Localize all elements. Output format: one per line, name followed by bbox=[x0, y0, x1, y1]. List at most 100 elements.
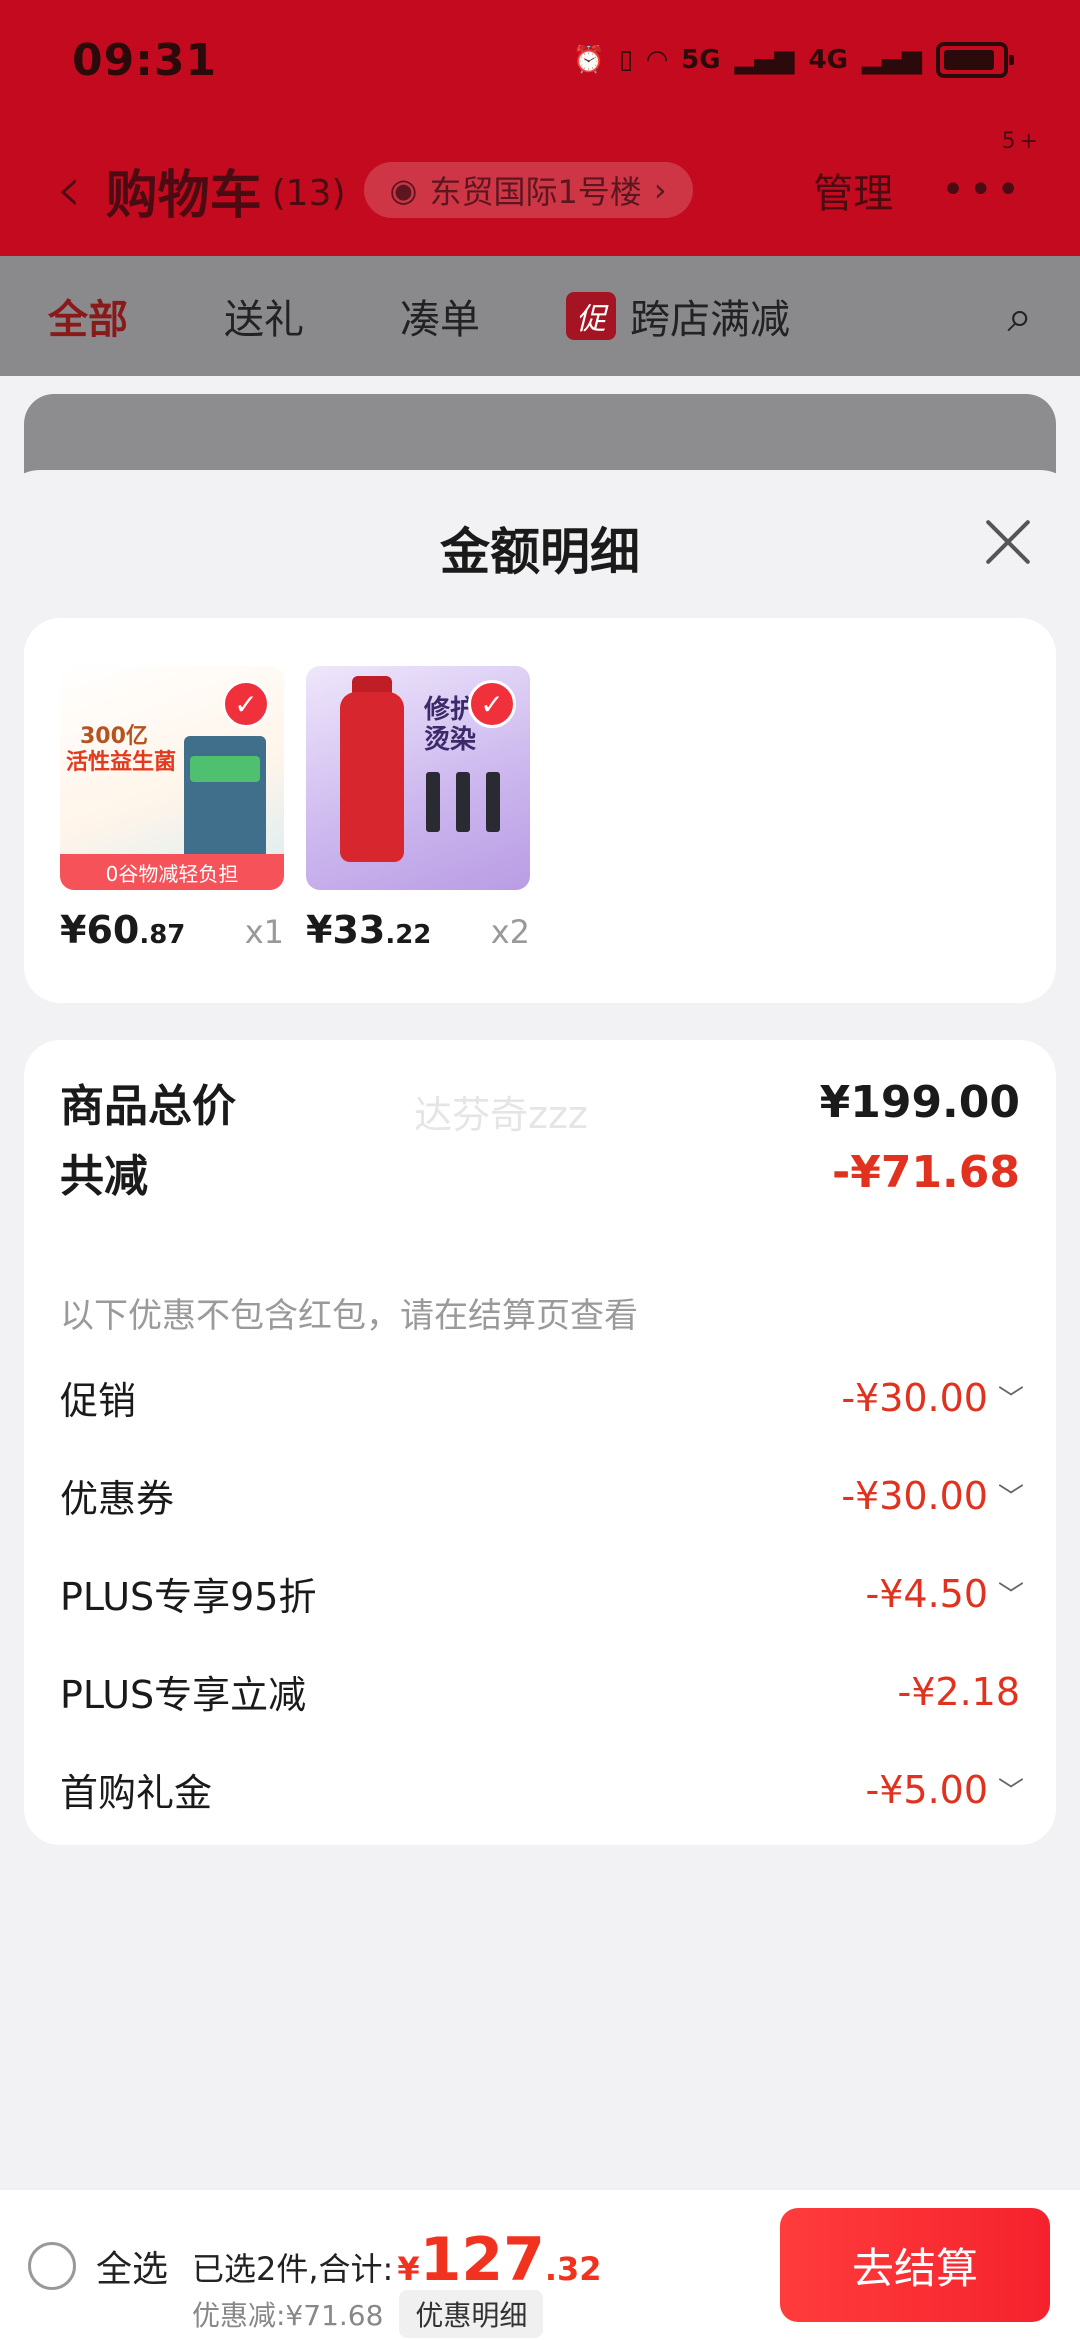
mini-bottle-graphic bbox=[456, 772, 470, 832]
back-arrow-icon[interactable]: ‹ bbox=[56, 158, 82, 222]
product-image: 修护 烫染 ✓ bbox=[306, 666, 530, 890]
order-summary: 已选2件,合计: ¥ 127 .32 bbox=[192, 2230, 602, 2290]
discount-value-wrap: -¥4.50 ﹀ bbox=[865, 1571, 1025, 1616]
manage-button[interactable]: 管理 bbox=[813, 161, 893, 219]
status-bar: 09:31 ⏰ ▯ ◠ 5G ▂▄▆ 4G ▂▄▆ bbox=[0, 0, 1080, 120]
chevron-down-icon: ﹀ bbox=[998, 1581, 1025, 1611]
discount-value: -¥30.00 bbox=[841, 1473, 988, 1518]
product-item[interactable]: 300亿 活性益生菌 0谷物减轻负担 ✓ ¥60 .87 x1 bbox=[60, 666, 284, 952]
close-icon[interactable] bbox=[980, 514, 1036, 570]
chevron-down-icon: ﹀ bbox=[998, 1483, 1025, 1513]
checkout-bar: 全选 已选2件,合计: ¥ 127 .32 优惠减:¥71.68 优惠明细 去结… bbox=[0, 2190, 1080, 2340]
total-reduction-row: 共减 -¥71.68 bbox=[60, 1140, 1020, 1204]
chevron-right-icon: › bbox=[653, 171, 667, 209]
mini-bottle-graphic bbox=[426, 772, 440, 832]
product-price-decimal: .87 bbox=[139, 920, 186, 950]
mini-bottle-graphic bbox=[486, 772, 500, 832]
selected-count-text: 已选2件,合计: bbox=[192, 2250, 394, 2288]
cart-tabs: 全部 送礼 凑单 促 跨店满减 ⌕ bbox=[0, 256, 1080, 376]
discount-summary-text: 优惠减:¥71.68 bbox=[192, 2299, 384, 2332]
alarm-icon: ⏰ bbox=[572, 45, 605, 75]
eye-icon: ◉ bbox=[389, 171, 418, 209]
discount-value: -¥2.18 bbox=[897, 1669, 1021, 1714]
discount-row-coupon[interactable]: 优惠券 -¥30.00 ﹀ bbox=[60, 1468, 1025, 1523]
total-price-label: 商品总价 bbox=[60, 1081, 236, 1132]
discount-label: 首购礼金 bbox=[60, 1771, 213, 1815]
amount-detail-card: 达芬奇zzz 商品总价 ¥199.00 共减 -¥71.68 以下优惠不包含红包… bbox=[24, 1040, 1056, 1845]
discount-label: 优惠券 bbox=[60, 1477, 175, 1521]
selected-check-icon: ✓ bbox=[222, 680, 270, 728]
tab-cross-store[interactable]: 促 跨店满减 bbox=[566, 287, 790, 345]
product-quantity: x1 bbox=[244, 913, 284, 951]
total-amount: 127 bbox=[419, 2225, 545, 2295]
discount-value-wrap: -¥30.00 ﹀ bbox=[841, 1375, 1025, 1420]
reduction-note: 以下优惠不包含红包，请在结算页查看 bbox=[60, 1296, 638, 1336]
product-price-row: ¥33 .22 x2 bbox=[306, 908, 530, 952]
discount-label: PLUS专享95折 bbox=[60, 1575, 317, 1619]
discount-detail-button[interactable]: 优惠明细 bbox=[399, 2290, 544, 2338]
tab-bundle[interactable]: 凑单 bbox=[400, 287, 480, 345]
discount-value-wrap: -¥2.18 bbox=[898, 1670, 1021, 1714]
product-price: ¥60 bbox=[60, 908, 140, 952]
tab-cross-store-label: 跨店满减 bbox=[630, 297, 790, 343]
selected-products-card: 300亿 活性益生菌 0谷物减轻负担 ✓ ¥60 .87 x1 修护 烫染 ✓ … bbox=[24, 618, 1056, 1003]
discount-summary: 优惠减:¥71.68 优惠明细 bbox=[192, 2290, 544, 2338]
chevron-down-icon: ﹀ bbox=[998, 1777, 1025, 1807]
cart-count: (13) bbox=[271, 172, 346, 214]
vibrate-icon: ▯ bbox=[618, 45, 634, 75]
amount-detail-sheet: 金额明细 300亿 活性益生菌 0谷物减轻负担 ✓ ¥60 .87 x1 修护 … bbox=[0, 470, 1080, 2190]
product-price-row: ¥60 .87 x1 bbox=[60, 908, 284, 952]
discount-value-wrap: -¥5.00 ﹀ bbox=[865, 1767, 1025, 1812]
discount-label: PLUS专享立减 bbox=[60, 1673, 307, 1717]
discount-row-first-purchase[interactable]: 首购礼金 -¥5.00 ﹀ bbox=[60, 1762, 1025, 1817]
signal-icon: ▂▄▆ bbox=[862, 45, 922, 75]
discount-value: -¥5.00 bbox=[865, 1767, 989, 1812]
image-strip-text: 0谷物减轻负担 bbox=[60, 854, 284, 890]
bottle-graphic bbox=[340, 692, 404, 862]
wifi-icon: ◠ bbox=[647, 45, 668, 75]
more-dots-icon: ••• bbox=[941, 167, 1024, 213]
total-amount-decimal: .32 bbox=[544, 2250, 602, 2288]
total-price-value: ¥199.00 bbox=[819, 1076, 1020, 1128]
product-price-decimal: .22 bbox=[385, 920, 432, 950]
discount-value: -¥4.50 bbox=[865, 1571, 989, 1616]
signal-4g-label: 4G bbox=[808, 45, 848, 75]
signal-5g-label: 5G bbox=[681, 45, 721, 75]
sheet-title: 金额明细 bbox=[440, 523, 640, 581]
address-selector[interactable]: ◉ 东贸国际1号楼 › bbox=[363, 162, 693, 218]
battery-icon bbox=[936, 42, 1014, 78]
message-badge: 5+ bbox=[1001, 129, 1042, 154]
select-all-checkbox[interactable] bbox=[28, 2242, 76, 2290]
address-text: 东贸国际1号楼 bbox=[429, 173, 642, 211]
image-text: 活性益生菌 bbox=[66, 750, 177, 775]
product-bag-label-graphic bbox=[190, 756, 260, 782]
checkout-button[interactable]: 去结算 bbox=[780, 2208, 1050, 2322]
discount-row-plus-instant: PLUS专享立减 -¥2.18 bbox=[60, 1664, 1020, 1719]
product-image: 300亿 活性益生菌 0谷物减轻负担 ✓ bbox=[60, 666, 284, 890]
discount-value: -¥30.00 bbox=[841, 1375, 988, 1420]
selected-check-icon: ✓ bbox=[468, 680, 516, 728]
tab-gift[interactable]: 送礼 bbox=[224, 287, 304, 345]
product-price: ¥33 bbox=[306, 908, 386, 952]
select-all-label[interactable]: 全选 bbox=[96, 2240, 168, 2292]
total-reduction-value: -¥71.68 bbox=[831, 1146, 1020, 1198]
image-text-line: 烫染 bbox=[424, 724, 477, 755]
product-item[interactable]: 修护 烫染 ✓ ¥33 .22 x2 bbox=[306, 666, 530, 952]
page-title: 购物车 bbox=[105, 165, 262, 226]
signal-icon: ▂▄▆ bbox=[734, 45, 795, 75]
currency-symbol: ¥ bbox=[397, 2250, 420, 2288]
status-icons: ⏰ ▯ ◠ 5G ▂▄▆ 4G ▂▄▆ bbox=[572, 42, 1014, 78]
product-quantity: x2 bbox=[490, 913, 530, 951]
discount-label: 促销 bbox=[60, 1379, 137, 1423]
discount-row-plus-95[interactable]: PLUS专享95折 -¥4.50 ﹀ bbox=[60, 1566, 1025, 1621]
status-time: 09:31 bbox=[72, 34, 218, 86]
promo-tag: 促 bbox=[566, 292, 616, 340]
discount-value-wrap: -¥30.00 ﹀ bbox=[841, 1473, 1025, 1518]
total-reduction-label: 共减 bbox=[60, 1151, 148, 1202]
tab-all[interactable]: 全部 bbox=[48, 287, 128, 345]
discount-row-promotion[interactable]: 促销 -¥30.00 ﹀ bbox=[60, 1370, 1025, 1425]
total-price-row: 商品总价 ¥199.00 bbox=[60, 1070, 1020, 1134]
search-icon[interactable]: ⌕ bbox=[1007, 291, 1032, 342]
chevron-down-icon: ﹀ bbox=[998, 1385, 1025, 1415]
more-button[interactable]: ••• 5+ bbox=[941, 129, 1038, 213]
